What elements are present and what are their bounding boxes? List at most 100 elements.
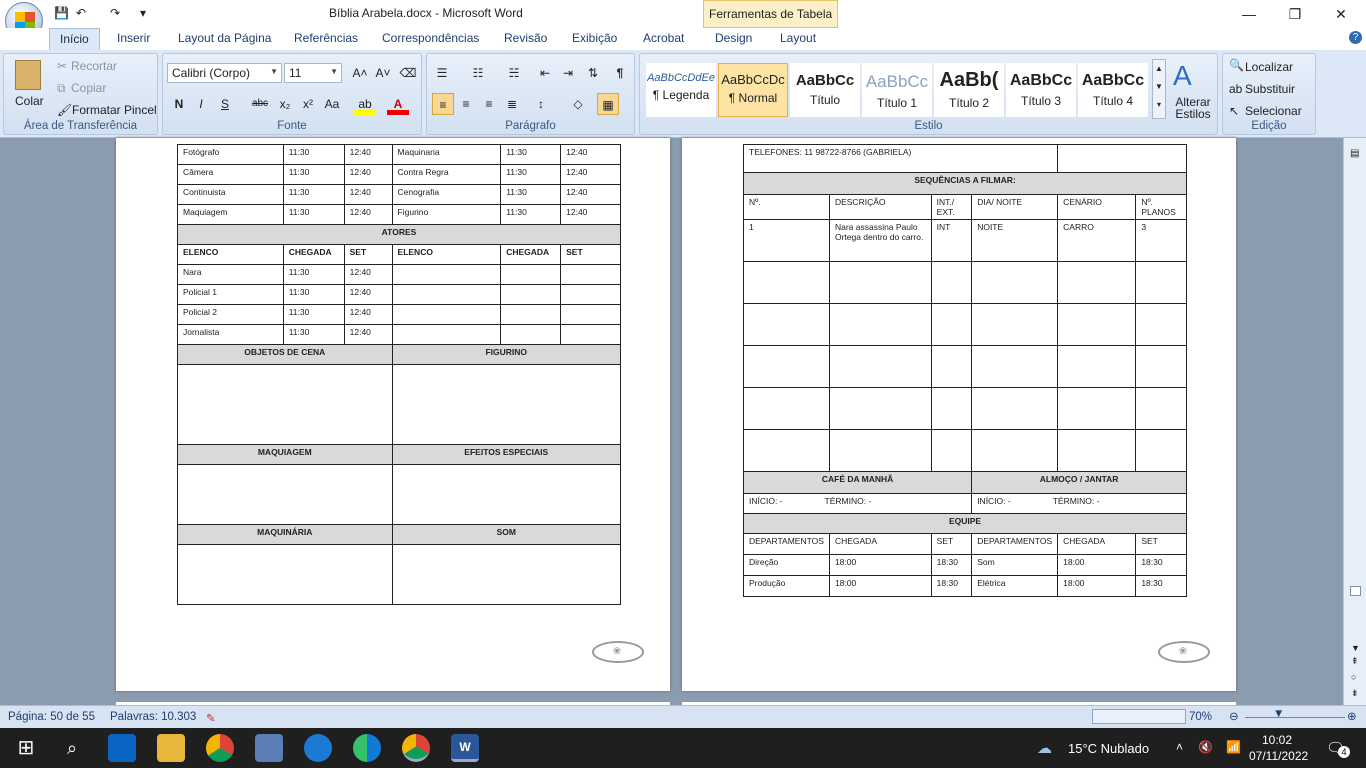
table-cell[interactable]: 18:00 (828, 575, 932, 597)
column-header[interactable]: SET (560, 244, 621, 265)
paste-button[interactable]: Colar (15, 94, 44, 108)
table-cell[interactable]: 12:40 (343, 204, 393, 225)
table-cell[interactable] (971, 345, 1059, 388)
table-cell[interactable]: 18:00 (1057, 575, 1137, 597)
table-cell[interactable] (500, 284, 562, 305)
meal-times[interactable]: INÍCIO: - TÉRMINO: - (971, 493, 1187, 514)
table-cell[interactable]: Fotógrafo (177, 144, 284, 165)
table-cell[interactable]: 11:30 (282, 164, 345, 185)
align-right-icon[interactable]: ≡ (478, 93, 500, 115)
clock-time[interactable]: 10:02 (1262, 733, 1292, 747)
table-cell[interactable] (177, 364, 393, 445)
highlight-icon[interactable]: ab (354, 93, 376, 115)
section-header[interactable]: SEQUÊNCIAS A FILMAR: (743, 172, 1187, 195)
table-cell[interactable]: 12:40 (343, 184, 393, 205)
column-header[interactable]: DESCRIÇÃO (828, 194, 932, 220)
justify-icon[interactable]: ≣ (501, 93, 523, 115)
style-normal[interactable]: AaBbCcDc ¶ Normal (718, 63, 788, 117)
cut-button[interactable]: Recortar (71, 59, 117, 73)
style-titulo-4[interactable]: AaBbCc Título 4 (1078, 63, 1148, 117)
ruler-toggle-icon[interactable]: ▤ (1350, 148, 1359, 159)
column-header[interactable]: ELENCO (391, 244, 502, 265)
tab-correspondencias[interactable]: Correspondências (382, 31, 479, 45)
table-cell[interactable] (971, 429, 1059, 472)
column-header[interactable]: CENÁRIO (1057, 194, 1137, 220)
table-cell[interactable]: 11:30 (500, 204, 562, 225)
network-app-icon[interactable] (255, 734, 283, 762)
table-cell[interactable]: 11:30 (282, 144, 345, 165)
vertical-scrollbar[interactable]: ▤ ▼ ⇞ ○ ⇟ (1343, 138, 1366, 705)
table-cell[interactable] (743, 261, 830, 304)
table-cell[interactable]: 12:40 (343, 284, 393, 305)
zoom-thumb-icon[interactable]: ▼ (1273, 708, 1284, 720)
align-left-icon[interactable]: ≡ (432, 93, 454, 115)
table-cell[interactable]: 18:00 (828, 554, 932, 576)
section-header[interactable]: MAQUINÁRIA (177, 524, 393, 545)
column-header[interactable]: Nº. (743, 194, 830, 220)
grow-font-button[interactable]: A˄ (349, 62, 371, 84)
replace-button[interactable]: Substituir (1245, 82, 1295, 96)
table-cell[interactable] (828, 387, 932, 430)
borders-icon[interactable]: ▦ (597, 93, 619, 115)
teamviewer-icon[interactable] (304, 734, 332, 762)
redo-icon[interactable]: ↷ (110, 6, 120, 20)
table-cell[interactable] (560, 264, 621, 285)
table-cell[interactable]: Contra Regra (391, 164, 502, 185)
table-cell[interactable]: Continuista (177, 184, 284, 205)
table-cell[interactable] (1057, 429, 1137, 472)
style-legenda[interactable]: AaBbCcDdEe ¶ Legenda (646, 63, 716, 117)
section-header[interactable]: FIGURINO (391, 344, 622, 365)
right-schedule-table[interactable]: TELEFONES: 11 98722-8766 (GABRIELA) SEQUÊ… (742, 144, 1187, 597)
find-button[interactable]: Localizar (1245, 60, 1293, 74)
table-cell[interactable] (391, 364, 622, 445)
table-cell[interactable]: 11:30 (282, 204, 345, 225)
increase-indent-icon[interactable]: ⇥ (557, 62, 579, 84)
edge-icon[interactable] (353, 734, 381, 762)
bullets-icon[interactable]: ☰ (431, 62, 453, 84)
page-left[interactable]: Fotógrafo 11:30 12:40 Maquinaria 11:30 12:40 C… (116, 138, 670, 691)
section-header[interactable]: EQUIPE (743, 513, 1187, 534)
table-cell[interactable]: 18:00 (1057, 554, 1137, 576)
numbering-icon[interactable]: ☷ (467, 62, 489, 84)
table-cell[interactable] (971, 303, 1059, 346)
table-cell[interactable]: 11:30 (500, 164, 562, 185)
windows-start-icon[interactable]: ⊞ (12, 734, 40, 762)
volume-icon[interactable]: 🔇 (1198, 740, 1213, 754)
table-cell[interactable]: 11:30 (282, 184, 345, 205)
column-header[interactable]: DIA/ NOITE (971, 194, 1059, 220)
styles-scroll[interactable]: ▲ ▼ ▾ (1152, 59, 1166, 119)
column-header[interactable]: CHEGADA (1057, 533, 1137, 555)
table-cell[interactable]: 11:30 (500, 184, 562, 205)
line-spacing-icon[interactable]: ↕ (530, 93, 552, 115)
minimize-button[interactable]: — (1226, 0, 1272, 28)
table-cell[interactable] (500, 324, 562, 345)
column-header[interactable]: SET (1135, 533, 1187, 555)
search-icon[interactable]: ⌕ (58, 734, 86, 762)
word-count[interactable]: Palavras: 10.303 (110, 711, 196, 723)
font-size-combo[interactable]: 11 ▼ (284, 63, 342, 83)
shrink-font-button[interactable]: A˅ (372, 62, 394, 84)
next-page-icon[interactable]: ⇟ (1351, 688, 1359, 699)
column-header[interactable]: SET (343, 244, 393, 265)
table-cell[interactable]: Jornalista (177, 324, 284, 345)
table-cell[interactable]: CARRO (1057, 219, 1137, 262)
table-cell[interactable]: Elétrica (971, 575, 1059, 597)
left-schedule-table[interactable]: Fotógrafo 11:30 12:40 Maquinaria 11:30 12:40 C… (177, 144, 622, 605)
column-header[interactable]: ELENCO (177, 244, 284, 265)
column-header[interactable]: SET (930, 533, 973, 555)
font-name-combo[interactable]: Calibri (Corpo) ▼ (167, 63, 282, 83)
prev-page-icon[interactable]: ⇞ (1351, 656, 1359, 667)
tab-inicio[interactable]: Início (49, 28, 100, 50)
table-cell[interactable] (560, 304, 621, 325)
table-cell[interactable]: Nara (177, 264, 284, 285)
table-cell[interactable]: Figurino (391, 204, 502, 225)
table-cell[interactable]: Policial 2 (177, 304, 284, 325)
zoom-slider[interactable] (1245, 717, 1345, 718)
table-cell[interactable] (743, 303, 830, 346)
table-cell[interactable] (560, 324, 621, 345)
table-cell[interactable] (743, 429, 830, 472)
column-header[interactable]: CHEGADA (500, 244, 562, 265)
table-cell[interactable] (560, 284, 621, 305)
section-header[interactable]: MAQUIAGEM (177, 444, 393, 465)
tab-design[interactable]: Design (715, 31, 752, 45)
